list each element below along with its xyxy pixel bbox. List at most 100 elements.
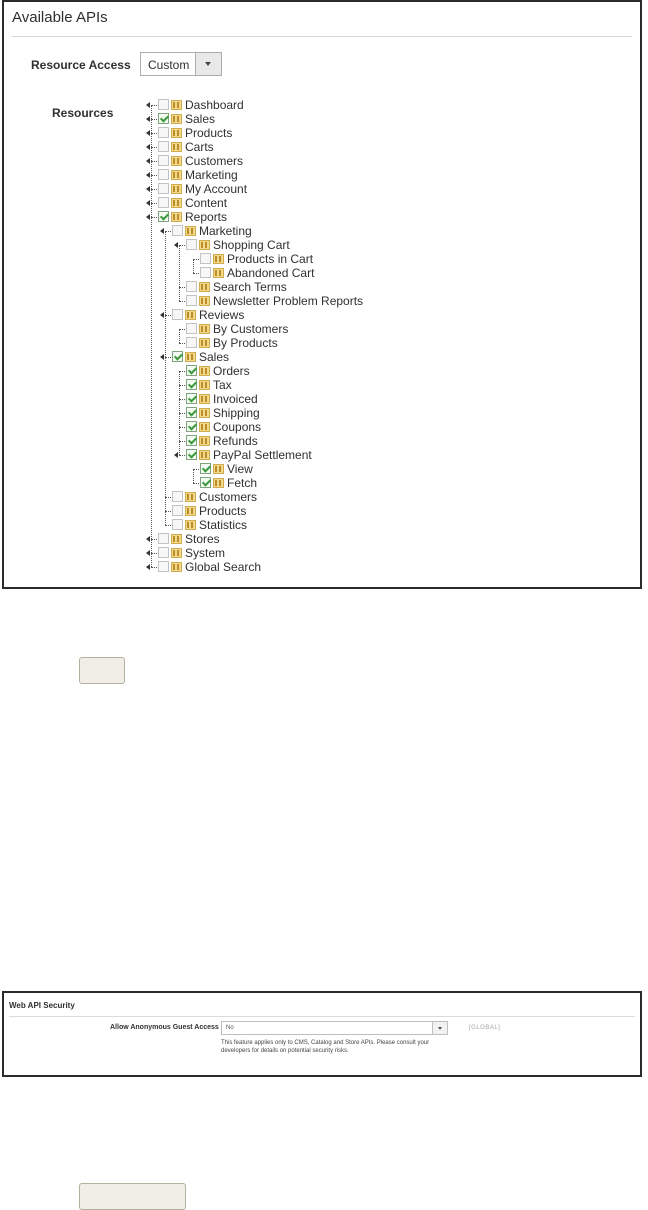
tree-node[interactable]: By Products: [174, 336, 574, 350]
tree-node[interactable]: Search Terms: [174, 280, 574, 294]
expand-arrow-icon[interactable]: [188, 462, 200, 476]
expand-arrow-icon[interactable]: [146, 546, 158, 560]
tree-node[interactable]: Shipping: [174, 406, 574, 420]
tree-node[interactable]: Reports: [146, 210, 546, 224]
node-checkbox[interactable]: [172, 225, 183, 236]
tree-node[interactable]: View: [188, 462, 588, 476]
tree-node[interactable]: Statistics: [160, 518, 560, 532]
node-checkbox[interactable]: [158, 211, 169, 222]
node-checkbox[interactable]: [186, 421, 197, 432]
tree-node[interactable]: Carts: [146, 140, 546, 154]
expand-arrow-icon[interactable]: [146, 168, 158, 182]
node-checkbox[interactable]: [172, 491, 183, 502]
expand-arrow-icon[interactable]: [146, 532, 158, 546]
tree-node[interactable]: Reviews: [160, 308, 560, 322]
node-checkbox[interactable]: [158, 169, 169, 180]
node-checkbox[interactable]: [186, 281, 197, 292]
node-checkbox[interactable]: [186, 435, 197, 446]
expand-arrow-icon[interactable]: [174, 448, 186, 462]
expand-arrow-icon[interactable]: [146, 154, 158, 168]
action-button[interactable]: [79, 657, 125, 684]
expand-arrow-icon[interactable]: [146, 140, 158, 154]
tree-node[interactable]: Invoiced: [174, 392, 574, 406]
tree-node[interactable]: Content: [146, 196, 546, 210]
node-checkbox[interactable]: [186, 365, 197, 376]
node-checkbox[interactable]: [186, 239, 197, 250]
tree-node[interactable]: System: [146, 546, 546, 560]
tree-node[interactable]: Coupons: [174, 420, 574, 434]
node-checkbox[interactable]: [172, 505, 183, 516]
node-checkbox[interactable]: [186, 323, 197, 334]
tree-node[interactable]: Marketing: [160, 224, 560, 238]
expand-arrow-icon[interactable]: [174, 364, 186, 378]
expand-arrow-icon[interactable]: [174, 238, 186, 252]
expand-arrow-icon[interactable]: [146, 98, 158, 112]
expand-arrow-icon[interactable]: [174, 378, 186, 392]
tree-node[interactable]: Products in Cart: [188, 252, 588, 266]
node-checkbox[interactable]: [158, 127, 169, 138]
expand-arrow-icon[interactable]: [174, 406, 186, 420]
node-checkbox[interactable]: [158, 99, 169, 110]
node-checkbox[interactable]: [158, 113, 169, 124]
node-checkbox[interactable]: [186, 449, 197, 460]
expand-arrow-icon[interactable]: [174, 434, 186, 448]
expand-arrow-icon[interactable]: [146, 210, 158, 224]
node-checkbox[interactable]: [172, 309, 183, 320]
expand-arrow-icon[interactable]: [146, 126, 158, 140]
node-checkbox[interactable]: [172, 519, 183, 530]
expand-arrow-icon[interactable]: [174, 280, 186, 294]
node-checkbox[interactable]: [186, 337, 197, 348]
expand-arrow-icon[interactable]: [174, 420, 186, 434]
node-checkbox[interactable]: [186, 295, 197, 306]
expand-arrow-icon[interactable]: [160, 504, 172, 518]
node-checkbox[interactable]: [186, 379, 197, 390]
tree-node[interactable]: Newsletter Problem Reports: [174, 294, 574, 308]
node-checkbox[interactable]: [200, 267, 211, 278]
node-checkbox[interactable]: [172, 351, 183, 362]
expand-arrow-icon[interactable]: [174, 322, 186, 336]
tree-node[interactable]: Stores: [146, 532, 546, 546]
expand-arrow-icon[interactable]: [160, 350, 172, 364]
expand-arrow-icon[interactable]: [188, 476, 200, 490]
node-checkbox[interactable]: [158, 547, 169, 558]
tree-node[interactable]: Refunds: [174, 434, 574, 448]
expand-arrow-icon[interactable]: [188, 252, 200, 266]
node-checkbox[interactable]: [200, 253, 211, 264]
node-checkbox[interactable]: [158, 533, 169, 544]
expand-arrow-icon[interactable]: [174, 336, 186, 350]
tree-node[interactable]: Dashboard: [146, 98, 546, 112]
expand-arrow-icon[interactable]: [160, 490, 172, 504]
tree-node[interactable]: Products: [146, 126, 546, 140]
node-checkbox[interactable]: [158, 561, 169, 572]
tree-node[interactable]: Marketing: [146, 168, 546, 182]
tree-node[interactable]: Customers: [160, 490, 560, 504]
expand-arrow-icon[interactable]: [174, 294, 186, 308]
action-button[interactable]: [79, 1183, 186, 1210]
expand-arrow-icon[interactable]: [146, 196, 158, 210]
tree-node[interactable]: Sales: [146, 112, 546, 126]
anonymous-guest-access-select[interactable]: No: [221, 1021, 448, 1035]
tree-node[interactable]: Tax: [174, 378, 574, 392]
node-checkbox[interactable]: [158, 141, 169, 152]
expand-arrow-icon[interactable]: [188, 266, 200, 280]
expand-arrow-icon[interactable]: [146, 112, 158, 126]
tree-node[interactable]: PayPal Settlement: [174, 448, 574, 462]
node-checkbox[interactable]: [186, 393, 197, 404]
expand-arrow-icon[interactable]: [160, 224, 172, 238]
tree-node[interactable]: By Customers: [174, 322, 574, 336]
tree-node[interactable]: My Account: [146, 182, 546, 196]
tree-node[interactable]: Sales: [160, 350, 560, 364]
node-checkbox[interactable]: [200, 477, 211, 488]
expand-arrow-icon[interactable]: [174, 392, 186, 406]
node-checkbox[interactable]: [186, 407, 197, 418]
node-checkbox[interactable]: [158, 155, 169, 166]
expand-arrow-icon[interactable]: [146, 182, 158, 196]
tree-node[interactable]: Orders: [174, 364, 574, 378]
expand-arrow-icon[interactable]: [146, 560, 158, 574]
node-checkbox[interactable]: [158, 183, 169, 194]
expand-arrow-icon[interactable]: [160, 308, 172, 322]
tree-node[interactable]: Customers: [146, 154, 546, 168]
expand-arrow-icon[interactable]: [160, 518, 172, 532]
chevron-down-icon[interactable]: [432, 1022, 447, 1034]
tree-node[interactable]: Fetch: [188, 476, 588, 490]
